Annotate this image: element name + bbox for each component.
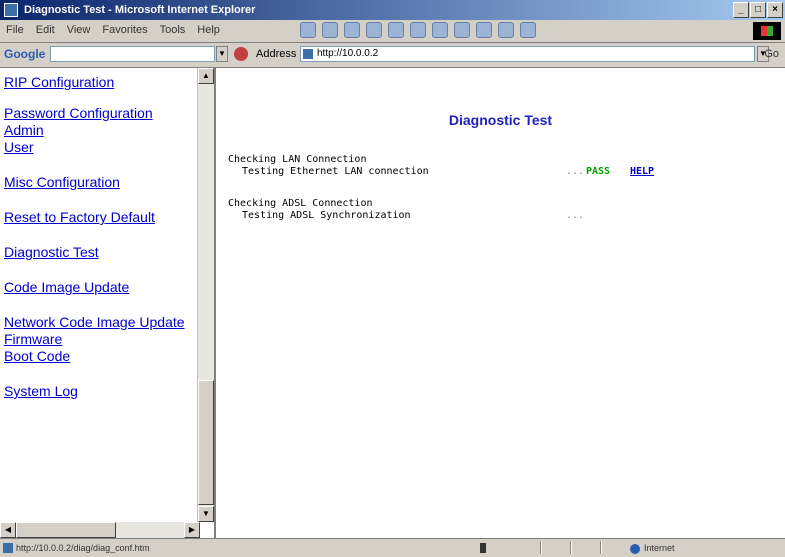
menu-favorites[interactable]: Favorites bbox=[102, 24, 147, 36]
address-url: http://10.0.0.2 bbox=[317, 48, 379, 59]
settings-icon[interactable] bbox=[234, 47, 248, 61]
scroll-left-icon[interactable]: ◀ bbox=[0, 522, 16, 538]
nav-diagnostic-test[interactable]: Diagnostic Test bbox=[4, 244, 194, 261]
history-icon[interactable] bbox=[454, 22, 470, 38]
page-title: Diagnostic Test bbox=[448, 112, 553, 128]
nav-firmware[interactable]: Firmware bbox=[4, 331, 194, 348]
window-title: Diagnostic Test - Microsoft Internet Exp… bbox=[24, 4, 256, 16]
scroll-down-icon[interactable]: ▼ bbox=[198, 506, 214, 522]
nav-system-log[interactable]: System Log bbox=[4, 383, 194, 400]
test-progress-dots: ... bbox=[566, 166, 585, 177]
status-divider bbox=[570, 541, 572, 554]
test-result: PASS bbox=[586, 166, 611, 177]
nav-list: RIP Configuration Password Configuration… bbox=[4, 74, 194, 400]
address-label: Address bbox=[256, 48, 297, 60]
page-icon bbox=[303, 49, 313, 59]
nav-misc-configuration[interactable]: Misc Configuration bbox=[4, 174, 194, 191]
nav-password-configuration[interactable]: Password Configuration bbox=[4, 105, 194, 122]
hscroll-thumb[interactable] bbox=[16, 522, 116, 538]
refresh-icon[interactable] bbox=[366, 22, 382, 38]
back-icon[interactable] bbox=[300, 22, 316, 38]
print-icon[interactable] bbox=[498, 22, 514, 38]
nav-user[interactable]: User bbox=[4, 139, 194, 156]
address-toolbar: Google ▼ Address http://10.0.0.2 ▼ Go bbox=[0, 43, 785, 68]
scroll-up-icon[interactable]: ▲ bbox=[198, 68, 214, 84]
nav-boot-code[interactable]: Boot Code bbox=[4, 348, 194, 365]
menu-view[interactable]: View bbox=[67, 24, 91, 36]
scroll-thumb[interactable] bbox=[198, 380, 214, 505]
test-name: Testing ADSL Synchronization bbox=[242, 210, 411, 221]
go-button[interactable]: Go bbox=[764, 48, 779, 60]
window-titlebar: Diagnostic Test - Microsoft Internet Exp… bbox=[0, 0, 785, 20]
favorites-icon[interactable] bbox=[432, 22, 448, 38]
google-dropdown-icon[interactable]: ▼ bbox=[216, 46, 228, 62]
page-icon bbox=[3, 543, 13, 553]
address-input[interactable]: http://10.0.0.2 bbox=[300, 46, 755, 62]
section-heading: Checking LAN Connection bbox=[228, 154, 367, 165]
home-icon[interactable] bbox=[388, 22, 404, 38]
window-controls: _ □ × bbox=[733, 2, 783, 18]
status-text: http://10.0.0.2/diag/diag_conf.htm bbox=[16, 543, 150, 553]
nav-horizontal-scrollbar[interactable]: ◀ ▶ bbox=[0, 522, 200, 538]
toolbar bbox=[300, 22, 536, 38]
security-zone: Internet bbox=[630, 539, 675, 557]
menu-edit[interactable]: Edit bbox=[36, 24, 55, 36]
scroll-right-icon[interactable]: ▶ bbox=[184, 522, 200, 538]
menu-tools[interactable]: Tools bbox=[160, 24, 186, 36]
menu-file[interactable]: File bbox=[6, 24, 24, 36]
help-link[interactable]: HELP bbox=[630, 166, 654, 177]
zone-label: Internet bbox=[644, 543, 675, 553]
menubar: File Edit View Favorites Tools Help bbox=[0, 20, 785, 43]
stop-icon[interactable] bbox=[344, 22, 360, 38]
search-icon[interactable] bbox=[410, 22, 426, 38]
google-search-input[interactable] bbox=[50, 46, 215, 62]
nav-code-image-update[interactable]: Code Image Update bbox=[4, 279, 194, 296]
nav-vertical-scrollbar[interactable]: ▲ ▼ bbox=[197, 68, 214, 522]
google-toolbar-label: Google bbox=[4, 47, 46, 61]
maximize-button[interactable]: □ bbox=[750, 2, 766, 18]
globe-icon bbox=[630, 543, 640, 554]
main-frame: Diagnostic Test Checking LAN Connection … bbox=[216, 68, 785, 538]
section-heading: Checking ADSL Connection bbox=[228, 198, 373, 209]
status-divider bbox=[600, 541, 602, 554]
windows-logo-icon bbox=[753, 22, 781, 40]
content-frameset: RIP Configuration Password Configuration… bbox=[0, 68, 785, 538]
forward-icon[interactable] bbox=[322, 22, 338, 38]
test-progress-dots: ... bbox=[566, 210, 585, 221]
statusbar: http://10.0.0.2/diag/diag_conf.htm Inter… bbox=[0, 538, 785, 557]
minimize-button[interactable]: _ bbox=[733, 2, 749, 18]
status-divider bbox=[540, 541, 542, 554]
menu-list: File Edit View Favorites Tools Help bbox=[6, 24, 220, 36]
nav-admin[interactable]: Admin bbox=[4, 122, 194, 139]
mail-icon[interactable] bbox=[476, 22, 492, 38]
edit-icon[interactable] bbox=[520, 22, 536, 38]
nav-network-code-image-update[interactable]: Network Code Image Update bbox=[4, 314, 194, 331]
close-button[interactable]: × bbox=[767, 2, 783, 18]
ie-icon bbox=[4, 3, 18, 17]
nav-reset-to-factory-default[interactable]: Reset to Factory Default bbox=[4, 209, 194, 226]
test-name: Testing Ethernet LAN connection bbox=[242, 166, 429, 177]
lock-icon bbox=[480, 543, 486, 553]
nav-rip-configuration[interactable]: RIP Configuration bbox=[4, 74, 194, 91]
nav-frame: RIP Configuration Password Configuration… bbox=[0, 68, 216, 538]
menu-help[interactable]: Help bbox=[197, 24, 220, 36]
